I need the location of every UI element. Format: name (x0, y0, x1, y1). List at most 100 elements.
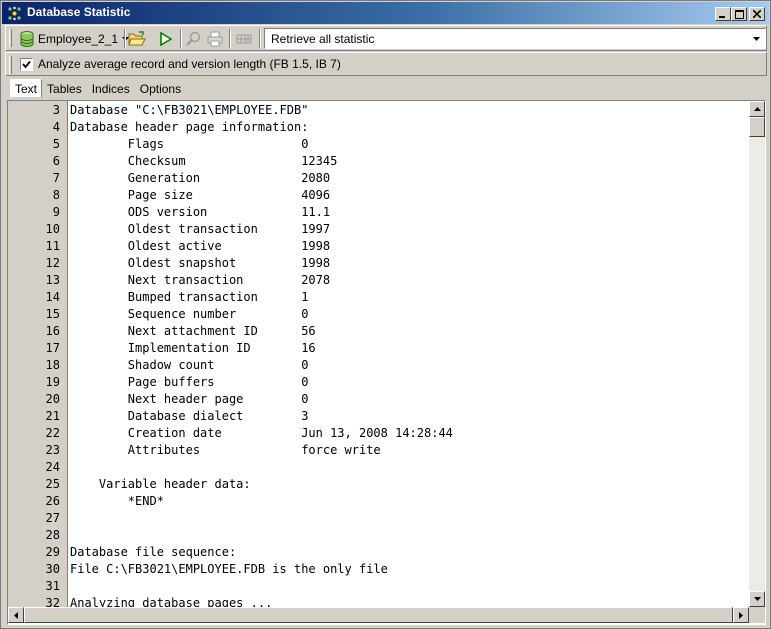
line-number: 31 (45, 579, 60, 593)
scroll-left-button[interactable] (8, 607, 24, 623)
editor-line[interactable]: 16 Next attachment ID 56 (8, 323, 746, 340)
open-folder-button[interactable] (127, 29, 147, 49)
editor-line[interactable]: 18 Shadow count 0 (8, 357, 746, 374)
editor-line[interactable]: 10 Oldest transaction 1997 (8, 221, 746, 238)
line-text: File C:\FB3021\EMPLOYEE.FDB is the only … (70, 562, 388, 576)
maximize-icon (734, 9, 744, 19)
tab-indices[interactable]: Indices (87, 79, 135, 98)
horizontal-scrollbar[interactable] (8, 607, 749, 623)
database-name: Employee_2_1 (38, 31, 119, 46)
arrow-up-icon (753, 107, 761, 111)
editor-line[interactable]: 28 (8, 527, 746, 544)
editor-line[interactable]: 21 Database dialect 3 (8, 408, 746, 425)
editor-line[interactable]: 29 Database file sequence: (8, 544, 746, 561)
editor-line[interactable]: 23 Attributes force write (8, 442, 746, 459)
close-button[interactable] (749, 7, 765, 21)
tab-text[interactable]: Text (10, 79, 43, 98)
editor-line[interactable]: 12 Oldest snapshot 1998 (8, 255, 746, 272)
editor-line[interactable]: 14 Bumped transaction 1 (8, 289, 746, 306)
line-text: Next transaction 2078 (70, 273, 331, 287)
checkmark-icon (22, 60, 31, 69)
scroll-right-button[interactable] (733, 607, 749, 623)
line-number: 12 (45, 256, 60, 270)
line-number: 13 (45, 273, 60, 287)
vertical-scrollbar[interactable] (749, 101, 765, 607)
editor-line[interactable]: 7 Generation 2080 (8, 170, 746, 187)
line-text: Oldest transaction 1997 (70, 222, 331, 236)
tab-bar: Text Tables Indices Options (10, 79, 186, 99)
folder-open-icon (128, 31, 146, 46)
editor-line[interactable]: 30 File C:\FB3021\EMPLOYEE.FDB is the onl… (8, 561, 746, 578)
line-number: 19 (45, 375, 60, 389)
toolbar-grip[interactable] (9, 56, 12, 74)
vertical-scroll-thumb[interactable] (749, 117, 765, 137)
analyze-label[interactable]: Analyze average record and version lengt… (38, 57, 341, 71)
line-text: Implementation ID 16 (70, 341, 316, 355)
editor-line[interactable]: 17 Implementation ID 16 (8, 340, 746, 357)
print-button[interactable] (205, 29, 225, 49)
line-number: 7 (52, 171, 60, 185)
editor-line[interactable]: 19 Page buffers 0 (8, 374, 746, 391)
line-text: Sequence number 0 (70, 307, 309, 321)
editor-lines[interactable]: 3 Database "C:\FB3021\EMPLOYEE.FDB" 4 Datab… (8, 101, 746, 610)
toolbar-separator (180, 29, 182, 48)
options-button[interactable] (234, 29, 254, 49)
line-number: 16 (45, 324, 60, 338)
scroll-up-button[interactable] (749, 101, 765, 117)
database-selector[interactable]: Employee_2_1 (16, 28, 133, 49)
scroll-down-button[interactable] (749, 591, 765, 607)
analyze-checkbox[interactable] (20, 58, 33, 71)
run-button[interactable] (156, 29, 176, 49)
editor-line[interactable]: 26 *END* (8, 493, 746, 510)
search-icon (186, 31, 201, 46)
title-bar[interactable]: Database Statistic (2, 2, 769, 24)
editor-line[interactable]: 15 Sequence number 0 (8, 306, 746, 323)
line-number: 17 (45, 341, 60, 355)
mode-dropdown-button[interactable] (748, 30, 764, 47)
editor-line[interactable]: 8 Page size 4096 (8, 187, 746, 204)
tab-tables[interactable]: Tables (42, 79, 87, 98)
editor-line[interactable]: 24 (8, 459, 746, 476)
line-text: Oldest active 1998 (70, 239, 331, 253)
editor-line[interactable]: 20 Next header page 0 (8, 391, 746, 408)
find-button[interactable] (184, 29, 204, 49)
editor-line[interactable]: 25 Variable header data: (8, 476, 746, 493)
app-icon (8, 6, 21, 21)
line-number: 30 (45, 562, 60, 576)
editor-line[interactable]: 5 Flags 0 (8, 136, 746, 153)
editor-line[interactable]: 6 Checksum 12345 (8, 153, 746, 170)
line-text: Variable header data: (70, 477, 251, 491)
line-number: 26 (45, 494, 60, 508)
maximize-button[interactable] (731, 7, 747, 21)
line-number: 27 (45, 511, 60, 525)
statistics-text-editor[interactable]: 3 Database "C:\FB3021\EMPLOYEE.FDB" 4 Datab… (7, 100, 766, 625)
editor-line[interactable]: 4 Database header page information: (8, 119, 746, 136)
editor-line[interactable]: 13 Next transaction 2078 (8, 272, 746, 289)
line-text: Shadow count 0 (70, 358, 309, 372)
chevron-down-icon (752, 36, 760, 41)
line-number: 28 (45, 528, 60, 542)
editor-line[interactable]: 31 (8, 578, 746, 595)
line-number: 9 (52, 205, 60, 219)
toolbar: Employee_2_1 Retrieve all statistic (5, 25, 767, 51)
line-number: 4 (52, 120, 60, 134)
line-number: 14 (45, 290, 60, 304)
editor-line[interactable]: 22 Creation date Jun 13, 2008 14:28:44 (8, 425, 746, 442)
editor-line[interactable]: 11 Oldest active 1998 (8, 238, 746, 255)
editor-line[interactable]: 3 Database "C:\FB3021\EMPLOYEE.FDB" (8, 102, 746, 119)
horizontal-scroll-thumb[interactable] (24, 607, 733, 623)
minimize-button[interactable] (715, 7, 731, 21)
tab-options[interactable]: Options (135, 79, 186, 98)
editor-line[interactable]: 9 ODS version 11.1 (8, 204, 746, 221)
arrow-right-icon (739, 611, 743, 619)
toolbar-separator (259, 29, 261, 48)
statistic-mode-select[interactable]: Retrieve all statistic (264, 28, 766, 49)
line-number: 25 (45, 477, 60, 491)
line-number: 21 (45, 409, 60, 423)
line-number: 15 (45, 307, 60, 321)
line-number: 6 (52, 154, 60, 168)
toolbar-grip[interactable] (9, 29, 12, 47)
editor-line[interactable]: 27 (8, 510, 746, 527)
printer-icon (207, 31, 223, 47)
line-text: Page size 4096 (70, 188, 331, 202)
